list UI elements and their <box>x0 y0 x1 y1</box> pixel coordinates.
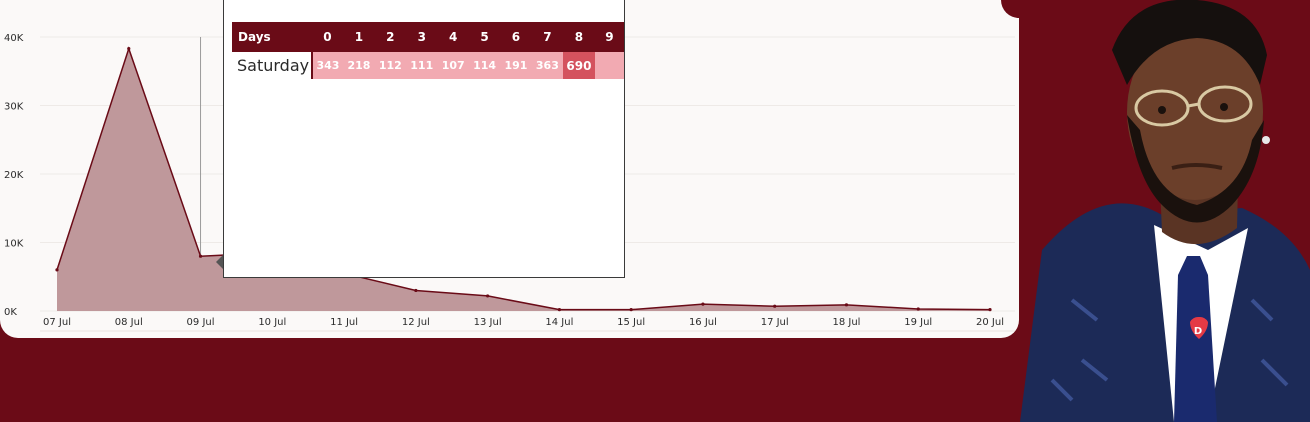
x-tick-label: 17 Jul <box>761 317 789 328</box>
data-point <box>198 254 203 258</box>
tooltip-header-label: Days <box>232 22 312 52</box>
y-tick-label: 20K <box>4 170 24 181</box>
tooltip-column-header: 1 <box>343 22 375 52</box>
tooltip-column-header: 7 <box>531 22 564 52</box>
tooltip-cell: 690 <box>563 52 595 79</box>
y-tick-label: 0K <box>4 307 17 318</box>
x-tick-label: 20 Jul <box>976 317 1004 328</box>
tooltip-column-header: 5 <box>468 22 501 52</box>
data-point <box>701 302 705 306</box>
tooltip-table: Days 0 1 2 3 4 5 6 7 8 9 Saturday 343 218 112 111 107 11… <box>232 22 624 79</box>
tooltip-header-row: Days 0 1 2 3 4 5 6 7 8 9 <box>232 22 624 52</box>
x-tick-label: 07 Jul <box>43 317 71 328</box>
data-point <box>414 288 418 293</box>
chart-card: 0K 10K 20K 30K 40K 07 Jul 08 Jul 09 Jul 10 Jul 11… <box>0 0 1019 338</box>
tooltip-cell: 218 <box>343 52 375 79</box>
x-tick-label: 18 Jul <box>832 317 860 328</box>
y-tick-label: 10K <box>4 239 24 250</box>
portrait-photo: D <box>1020 0 1310 422</box>
x-tick-label: 13 Jul <box>474 317 502 328</box>
tooltip-column-header: 4 <box>437 22 469 52</box>
tooltip-cell: 343 <box>311 52 344 79</box>
x-tick-label: 09 Jul <box>187 317 215 328</box>
y-tick-label: 40K <box>4 33 24 44</box>
x-tick-label: 12 Jul <box>402 317 430 328</box>
tooltip-column-header: 2 <box>374 22 407 52</box>
y-tick-label: 30K <box>4 102 24 113</box>
tooltip-column-header: 0 <box>311 22 344 52</box>
data-point <box>486 294 490 298</box>
data-point <box>988 308 992 312</box>
chart-tooltip: Days 0 1 2 3 4 5 6 7 8 9 Saturday 343 218 112 111 107 11… <box>223 0 625 278</box>
tooltip-column-header: 3 <box>406 22 438 52</box>
tooltip-cell <box>594 52 624 79</box>
tooltip-data-row: Saturday 343 218 112 111 107 114 191 363 690 <box>232 52 624 79</box>
x-tick-label: 08 Jul <box>115 317 143 328</box>
x-tick-label: 19 Jul <box>904 317 932 328</box>
tooltip-column-header: 8 <box>563 22 595 52</box>
tooltip-cell: 107 <box>437 52 469 79</box>
tooltip-row-label: Saturday <box>232 52 313 79</box>
data-point <box>844 303 849 307</box>
data-point <box>629 308 633 312</box>
x-tick-label: 15 Jul <box>617 317 645 328</box>
data-point <box>773 304 777 308</box>
x-tick-label: 16 Jul <box>689 317 717 328</box>
data-point <box>127 47 131 51</box>
tooltip-cell: 363 <box>531 52 564 79</box>
x-tick-label: 11 Jul <box>330 317 358 328</box>
x-tick-label: 14 Jul <box>545 317 573 328</box>
pin-letter: D <box>1194 326 1202 337</box>
tooltip-column-header: 6 <box>500 22 532 52</box>
data-point <box>557 308 561 312</box>
data-point <box>916 307 920 311</box>
data-point <box>55 268 59 272</box>
tooltip-cell: 111 <box>406 52 438 79</box>
tooltip-cell: 191 <box>500 52 532 79</box>
x-tick-label: 10 Jul <box>258 317 286 328</box>
tooltip-column-header: 9 <box>594 22 624 52</box>
tooltip-cell: 114 <box>468 52 501 79</box>
tooltip-cell: 112 <box>374 52 407 79</box>
